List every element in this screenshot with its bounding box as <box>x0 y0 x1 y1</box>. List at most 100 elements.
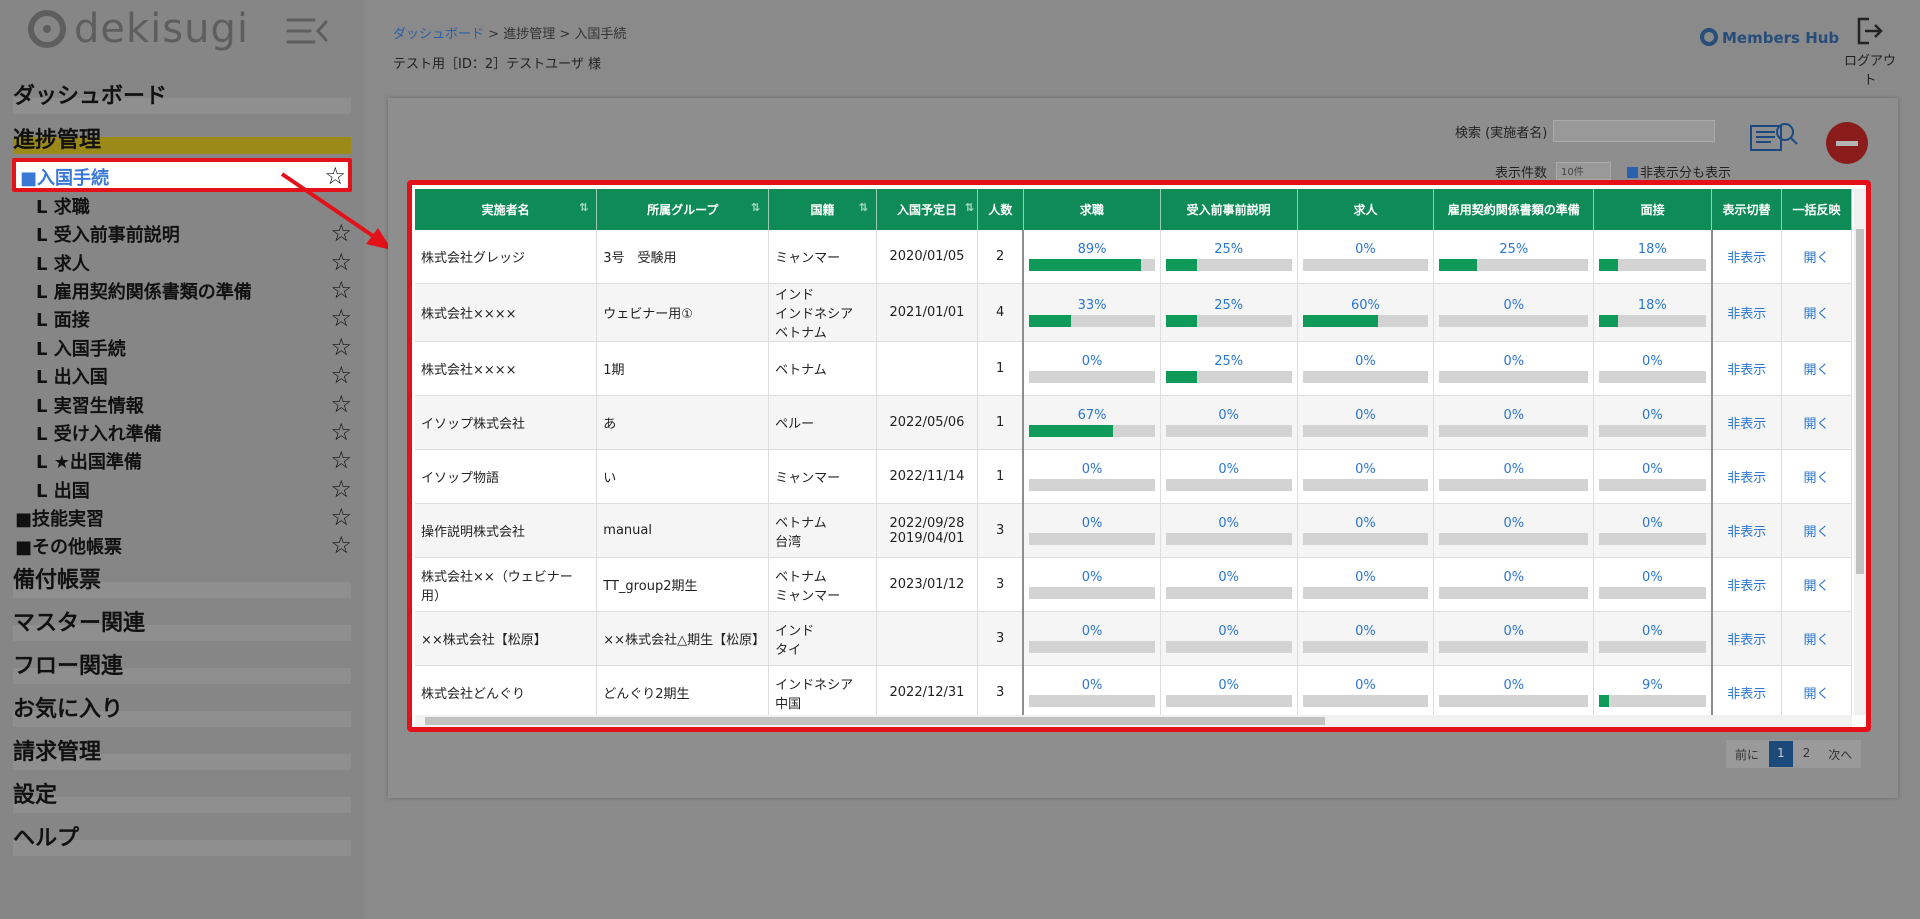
document-search-icon[interactable] <box>1747 120 1799 162</box>
logout-button[interactable]: ログアウト <box>1840 16 1900 88</box>
open-link[interactable]: 開く <box>1781 611 1852 666</box>
cell-progress-interview[interactable]: 0% <box>1593 503 1713 558</box>
cell-progress-contract-docs[interactable]: 0% <box>1433 557 1595 612</box>
progress-percent[interactable]: 18% <box>1599 242 1705 257</box>
nav-item-reception-prep[interactable]: L 受け入れ準備 ☆ <box>36 418 352 446</box>
cell-progress-interview[interactable]: 0% <box>1593 395 1713 450</box>
progress-percent[interactable]: 67% <box>1029 408 1154 423</box>
horizontal-scrollbar[interactable] <box>415 715 1852 727</box>
vertical-scroll-thumb[interactable] <box>1856 229 1864 574</box>
open-link[interactable]: 開く <box>1781 230 1852 284</box>
cell-progress-contract-docs[interactable]: 0% <box>1433 341 1595 396</box>
progress-percent[interactable]: 0% <box>1029 462 1154 477</box>
open-link[interactable]: 開く <box>1781 341 1852 396</box>
cell-progress-interview[interactable]: 0% <box>1593 449 1713 504</box>
cell-progress-contract-docs[interactable]: 0% <box>1433 665 1595 715</box>
cell-progress-contract-docs[interactable]: 25% <box>1433 230 1595 284</box>
sort-icon[interactable]: ⇅ <box>859 201 868 214</box>
progress-percent[interactable]: 89% <box>1029 242 1154 257</box>
progress-percent[interactable]: 0% <box>1303 570 1429 585</box>
progress-percent[interactable]: 0% <box>1029 678 1154 693</box>
open-link[interactable]: 開く <box>1781 503 1852 558</box>
cell-progress-pre-explanation[interactable]: 25% <box>1160 341 1298 396</box>
pagination-next[interactable]: 次へ <box>1819 740 1862 768</box>
cell-progress-pre-explanation[interactable]: 0% <box>1160 449 1298 504</box>
nav-progress[interactable]: 進捗管理 <box>13 122 351 153</box>
nav-help[interactable]: ヘルプ <box>13 820 351 856</box>
cell-progress-pre-explanation[interactable]: 0% <box>1160 395 1298 450</box>
cell-progress-job-seeking[interactable]: 89% <box>1022 230 1161 284</box>
progress-percent[interactable]: 25% <box>1439 242 1588 257</box>
progress-percent[interactable]: 0% <box>1303 516 1429 531</box>
progress-percent[interactable]: 9% <box>1599 678 1705 693</box>
progress-percent[interactable]: 0% <box>1599 408 1705 423</box>
cell-progress-pre-explanation[interactable]: 0% <box>1160 611 1298 666</box>
nav-billing[interactable]: 請求管理 <box>13 734 351 770</box>
hide-link[interactable]: 非表示 <box>1710 230 1782 284</box>
progress-percent[interactable]: 33% <box>1029 298 1154 313</box>
cell-progress-interview[interactable]: 18% <box>1593 230 1713 284</box>
cell-progress-job-seeking[interactable]: 0% <box>1022 665 1161 715</box>
progress-percent[interactable]: 60% <box>1303 298 1429 313</box>
progress-percent[interactable]: 25% <box>1166 242 1292 257</box>
progress-percent[interactable]: 0% <box>1029 516 1154 531</box>
sort-icon[interactable]: ⇅ <box>751 201 760 214</box>
favorite-star-icon[interactable]: ☆ <box>330 333 352 361</box>
favorite-star-icon[interactable]: ☆ <box>330 390 352 418</box>
search-input[interactable] <box>1553 120 1715 142</box>
cell-progress-job-offer[interactable]: 0% <box>1297 341 1435 396</box>
favorite-star-icon[interactable]: ☆ <box>330 418 352 446</box>
clear-search-icon[interactable] <box>1826 122 1868 164</box>
open-link[interactable]: 開く <box>1781 283 1852 342</box>
cell-progress-interview[interactable]: 9% <box>1593 665 1713 715</box>
cell-progress-interview[interactable]: 18% <box>1593 283 1713 342</box>
nav-favorites[interactable]: お気に入り <box>13 691 351 727</box>
nav-dashboard[interactable]: ダッシュボード <box>13 78 351 114</box>
hide-link[interactable]: 非表示 <box>1710 665 1782 715</box>
hide-link[interactable]: 非表示 <box>1710 283 1782 342</box>
progress-percent[interactable]: 0% <box>1599 624 1705 639</box>
progress-percent[interactable]: 0% <box>1599 354 1705 369</box>
pagination-page-2[interactable]: 2 <box>1793 740 1820 768</box>
cell-progress-pre-explanation[interactable]: 0% <box>1160 557 1298 612</box>
progress-percent[interactable]: 0% <box>1439 462 1588 477</box>
nav-item-immigration[interactable]: L 入国手続 ☆ <box>36 333 352 361</box>
progress-percent[interactable]: 0% <box>1439 298 1588 313</box>
favorite-star-icon[interactable]: ☆ <box>330 475 352 503</box>
progress-percent[interactable]: 0% <box>1166 462 1292 477</box>
vertical-scrollbar[interactable] <box>1854 189 1866 715</box>
cell-progress-contract-docs[interactable]: 0% <box>1433 283 1595 342</box>
header-entry-date[interactable]: 入国予定日 ⇅ <box>876 189 978 230</box>
nav-item-trainee-info[interactable]: L 実習生情報 ☆ <box>36 390 352 418</box>
cell-progress-interview[interactable]: 0% <box>1593 341 1713 396</box>
cell-progress-contract-docs[interactable]: 0% <box>1433 449 1595 504</box>
breadcrumb-dashboard-link[interactable]: ダッシュボード <box>393 27 484 42</box>
cell-progress-pre-explanation[interactable]: 25% <box>1160 230 1298 284</box>
favorite-star-icon[interactable]: ☆ <box>330 361 352 389</box>
nav-item-entry-exit[interactable]: L 出入国 ☆ <box>36 361 352 389</box>
favorite-star-icon[interactable]: ☆ <box>330 276 352 304</box>
pagination-prev[interactable]: 前に <box>1726 740 1769 768</box>
horizontal-scroll-thumb[interactable] <box>425 717 1325 725</box>
favorite-star-icon[interactable]: ☆ <box>330 531 352 559</box>
nav-equipment-forms[interactable]: 備付帳票 <box>13 562 351 598</box>
cell-progress-job-offer[interactable]: 0% <box>1297 503 1435 558</box>
cell-progress-job-offer[interactable]: 0% <box>1297 611 1435 666</box>
header-group[interactable]: 所属グループ ⇅ <box>596 189 770 230</box>
open-link[interactable]: 開く <box>1781 557 1852 612</box>
progress-percent[interactable]: 0% <box>1166 678 1292 693</box>
hide-link[interactable]: 非表示 <box>1710 557 1782 612</box>
progress-percent[interactable]: 0% <box>1029 624 1154 639</box>
progress-percent[interactable]: 0% <box>1166 624 1292 639</box>
header-nationality[interactable]: 国籍 ⇅ <box>768 189 877 230</box>
nav-item-interview[interactable]: L 面接 ☆ <box>36 304 352 332</box>
cell-progress-job-seeking[interactable]: 0% <box>1022 557 1161 612</box>
progress-percent[interactable]: 0% <box>1166 516 1292 531</box>
progress-percent[interactable]: 25% <box>1166 298 1292 313</box>
favorite-star-icon[interactable]: ☆ <box>330 304 352 332</box>
cell-progress-job-seeking[interactable]: 0% <box>1022 449 1161 504</box>
progress-percent[interactable]: 0% <box>1439 354 1588 369</box>
nav-flow[interactable]: フロー関連 <box>13 648 351 684</box>
progress-percent[interactable]: 0% <box>1439 678 1588 693</box>
progress-percent[interactable]: 0% <box>1439 516 1588 531</box>
